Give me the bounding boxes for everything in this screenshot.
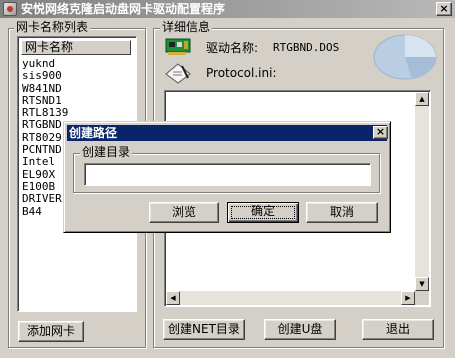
dialog-title: 创建路径 (69, 126, 118, 140)
horizontal-scrollbar[interactable] (166, 291, 415, 305)
network-card-icon (165, 38, 191, 55)
scroll-left-icon[interactable]: ◀ (166, 291, 180, 305)
disc-graphic-icon (373, 34, 437, 80)
app-icon (3, 2, 17, 16)
window-close-button[interactable]: × (436, 2, 452, 16)
protocol-label: Protocol.ini: (206, 66, 277, 80)
exit-button[interactable]: 退出 (362, 319, 434, 340)
driver-name-value: RTGBND.DOS (273, 41, 340, 54)
create-dir-group-label: 创建目录 (80, 145, 133, 159)
details-group-label: 详细信息 (160, 20, 213, 34)
scrollbar-corner (415, 291, 429, 305)
list-item[interactable]: Intel (22, 156, 68, 169)
list-item[interactable]: B44 (22, 205, 68, 218)
list-item[interactable]: sis900 (22, 69, 68, 82)
driver-name-label: 驱动名称: (206, 41, 259, 55)
protocol-file-icon (165, 63, 191, 84)
create-net-dir-button[interactable]: 创建NET目录 (163, 319, 245, 340)
create-udisk-button[interactable]: 创建U盘 (264, 319, 336, 340)
vertical-scrollbar[interactable] (415, 92, 429, 291)
nic-list-column-header[interactable]: 网卡名称 (21, 40, 131, 55)
path-input[interactable] (84, 163, 371, 186)
ok-button[interactable]: 确定 (227, 202, 299, 223)
nic-list-group-label: 网卡名称列表 (14, 20, 91, 34)
list-item[interactable]: DRIVER (22, 192, 68, 205)
dialog-title-bar: 创建路径 (67, 125, 387, 141)
title-bar: 安悦网络克隆启动盘网卡驱动配置程序 × (0, 0, 455, 18)
list-item[interactable]: RTGBND (22, 119, 68, 132)
create-path-dialog: 创建路径 × 创建目录 浏览 确定 取消 (63, 121, 391, 233)
scroll-up-icon[interactable]: ▲ (415, 92, 429, 106)
window-title: 安悦网络克隆启动盘网卡驱动配置程序 (21, 2, 226, 16)
cancel-button[interactable]: 取消 (306, 202, 378, 223)
scroll-down-icon[interactable]: ▼ (415, 277, 429, 291)
add-nic-button[interactable]: 添加网卡 (18, 321, 84, 342)
nic-list-items: yuknd sis900 W841ND RTSND1 RTL8139 RTGBND RT80… (22, 57, 68, 218)
scroll-right-icon[interactable]: ▶ (401, 291, 415, 305)
dialog-close-button[interactable]: × (373, 126, 388, 139)
browse-button[interactable]: 浏览 (149, 202, 219, 223)
